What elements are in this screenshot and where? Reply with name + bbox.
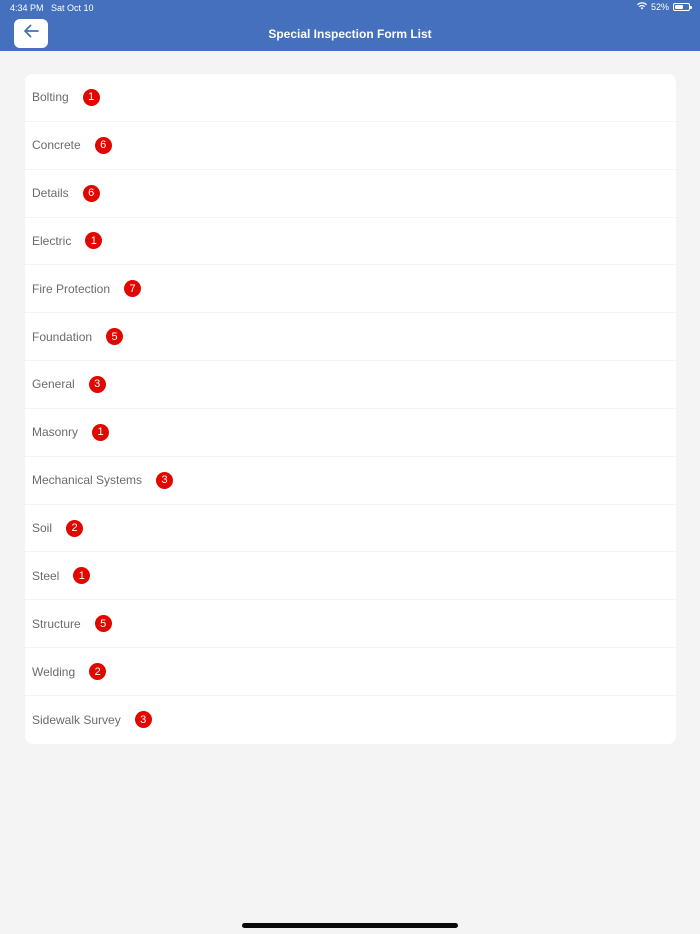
count-badge: 1 (82, 88, 100, 106)
count-badge: 5 (94, 615, 112, 633)
count-badge: 6 (94, 136, 112, 154)
wifi-icon (636, 2, 647, 12)
list-item[interactable]: Details 6 (25, 170, 676, 218)
list-item[interactable]: Foundation 5 (25, 313, 676, 362)
list-item[interactable]: Soil 2 (25, 505, 676, 553)
list-item[interactable]: Concrete 6 (25, 122, 676, 170)
count-badge: 3 (156, 471, 174, 489)
count-badge: 3 (88, 375, 106, 393)
list-item-label: Mechanical Systems (32, 473, 143, 488)
list-item[interactable]: Electric 1 (25, 218, 676, 266)
page-title: Special Inspection Form List (268, 27, 432, 41)
count-badge: 2 (66, 519, 84, 537)
app-header: 4:34 PM Sat Oct 10 52% Special Inspectio… (0, 0, 700, 51)
count-badge: 6 (82, 184, 100, 202)
list-item-label: General (32, 377, 75, 392)
list-item-label: Concrete (32, 138, 81, 153)
list-item-label: Soil (32, 521, 53, 536)
count-badge: 2 (89, 663, 107, 681)
count-badge: 3 (134, 711, 152, 729)
list-item-label: Masonry (32, 425, 79, 440)
status-time: 4:34 PM (10, 3, 44, 13)
status-bar: 4:34 PM Sat Oct 10 52% (0, 0, 700, 16)
list-item[interactable]: Masonry 1 (25, 409, 676, 457)
status-right: 52% (636, 2, 692, 12)
list-item[interactable]: Sidewalk Survey 3 (25, 696, 676, 744)
list-item-label: Electric (32, 233, 72, 248)
list-item-label: Foundation (32, 329, 93, 344)
list-item[interactable]: Steel 1 (25, 552, 676, 601)
home-indicator (242, 923, 458, 928)
count-badge: 1 (85, 232, 103, 250)
list-item-label: Sidewalk Survey (32, 712, 121, 727)
list-item-label: Welding (32, 664, 76, 679)
count-badge: 1 (73, 567, 91, 585)
list-item[interactable]: Welding 2 (25, 648, 676, 696)
list-item[interactable]: Bolting 1 (25, 74, 676, 122)
list-item[interactable]: Structure 5 (25, 600, 676, 649)
battery-percent: 52% (650, 2, 669, 12)
list-item-label: Structure (32, 616, 81, 631)
battery-icon (673, 3, 692, 11)
form-category-list: Bolting 1 Concrete 6 Details 6 Electric 1 Fire P… (25, 74, 676, 744)
list-item-label: Bolting (32, 90, 69, 105)
list-item-label: Details (32, 186, 69, 201)
list-item[interactable]: Fire Protection 7 (25, 265, 676, 314)
count-badge: 1 (92, 423, 110, 441)
list-item[interactable]: General 3 (25, 361, 676, 409)
list-item[interactable]: Mechanical Systems 3 (25, 457, 676, 505)
status-date: Sat Oct 10 (51, 3, 94, 13)
list-item-label: Steel (32, 568, 60, 583)
count-badge: 7 (124, 280, 142, 298)
list-item-label: Fire Protection (32, 281, 111, 296)
count-badge: 5 (106, 328, 124, 346)
